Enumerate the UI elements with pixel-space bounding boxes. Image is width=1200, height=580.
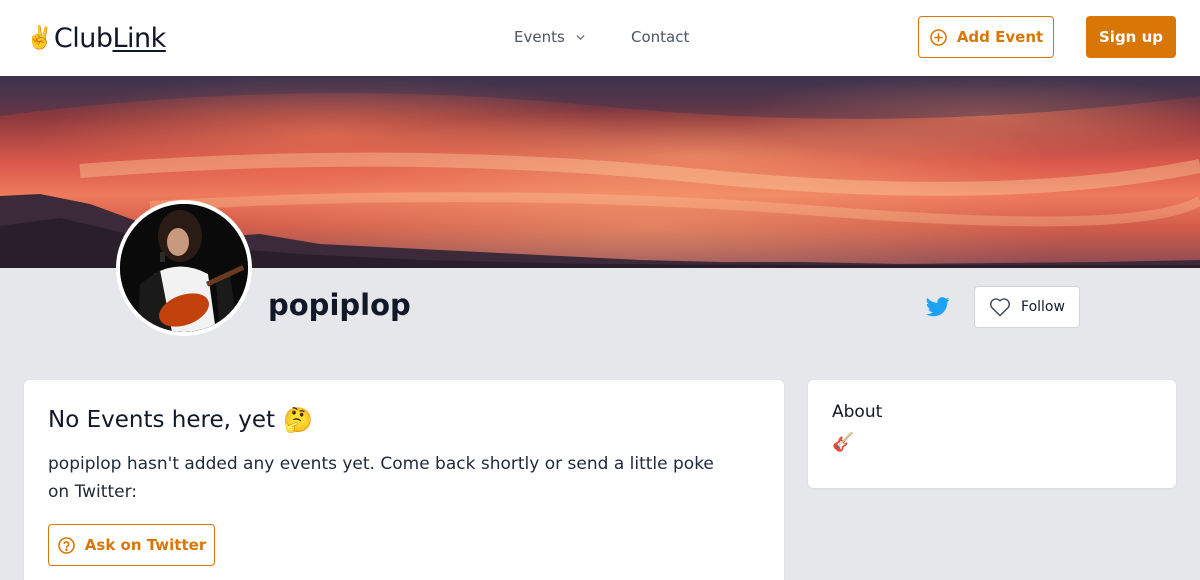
events-empty-message: popiplop hasn't added any events yet. Co… <box>48 454 714 502</box>
sign-up-label: Sign up <box>1099 28 1163 46</box>
clublink-logo[interactable]: ✌️ Club Link <box>26 22 166 54</box>
nav-events-label: Events <box>514 28 565 46</box>
twitter-profile-link[interactable] <box>926 296 950 318</box>
logo-text-link: Link <box>112 22 167 54</box>
guitarist-photo <box>120 204 248 332</box>
twitter-icon <box>926 297 950 317</box>
nav-contact-label: Contact <box>631 28 690 46</box>
avatar-photo <box>120 204 248 332</box>
question-circle-icon <box>57 536 75 554</box>
follow-button[interactable]: Follow <box>974 286 1080 328</box>
thinking-face-emoji: 🤔 <box>283 406 313 434</box>
events-title-text: No Events here, yet <box>48 407 276 433</box>
guitar-emoji: 🎸 <box>832 432 855 453</box>
plus-circle-icon <box>930 28 947 46</box>
top-header: ✌️ Club Link Events Contact Add Event Sign… <box>0 0 1200 76</box>
follow-label: Follow <box>1021 299 1065 315</box>
profile-name: popiplop <box>268 288 411 322</box>
add-event-button[interactable]: Add Event <box>918 16 1054 58</box>
heart-icon <box>990 298 1010 317</box>
logo-text-club: Club <box>53 22 113 54</box>
ask-on-twitter-button[interactable]: Ask on Twitter <box>48 524 215 566</box>
nav-contact-link[interactable]: Contact <box>631 26 689 48</box>
peace-hand-emoji: ✌️ <box>26 25 53 51</box>
chevron-down-icon <box>576 34 585 40</box>
events-card: No Events here, yet 🤔 popiplop hasn't ad… <box>24 380 784 580</box>
profile-avatar <box>116 200 252 336</box>
ask-on-twitter-label: Ask on Twitter <box>84 536 207 554</box>
sign-up-button[interactable]: Sign up <box>1086 16 1176 58</box>
add-event-label: Add Event <box>956 28 1044 46</box>
about-card: About 🎸 <box>808 380 1176 488</box>
events-card-title: No Events here, yet 🤔 <box>48 404 760 436</box>
nav-events-dropdown[interactable]: Events <box>514 26 587 48</box>
about-card-title: About <box>832 402 883 422</box>
